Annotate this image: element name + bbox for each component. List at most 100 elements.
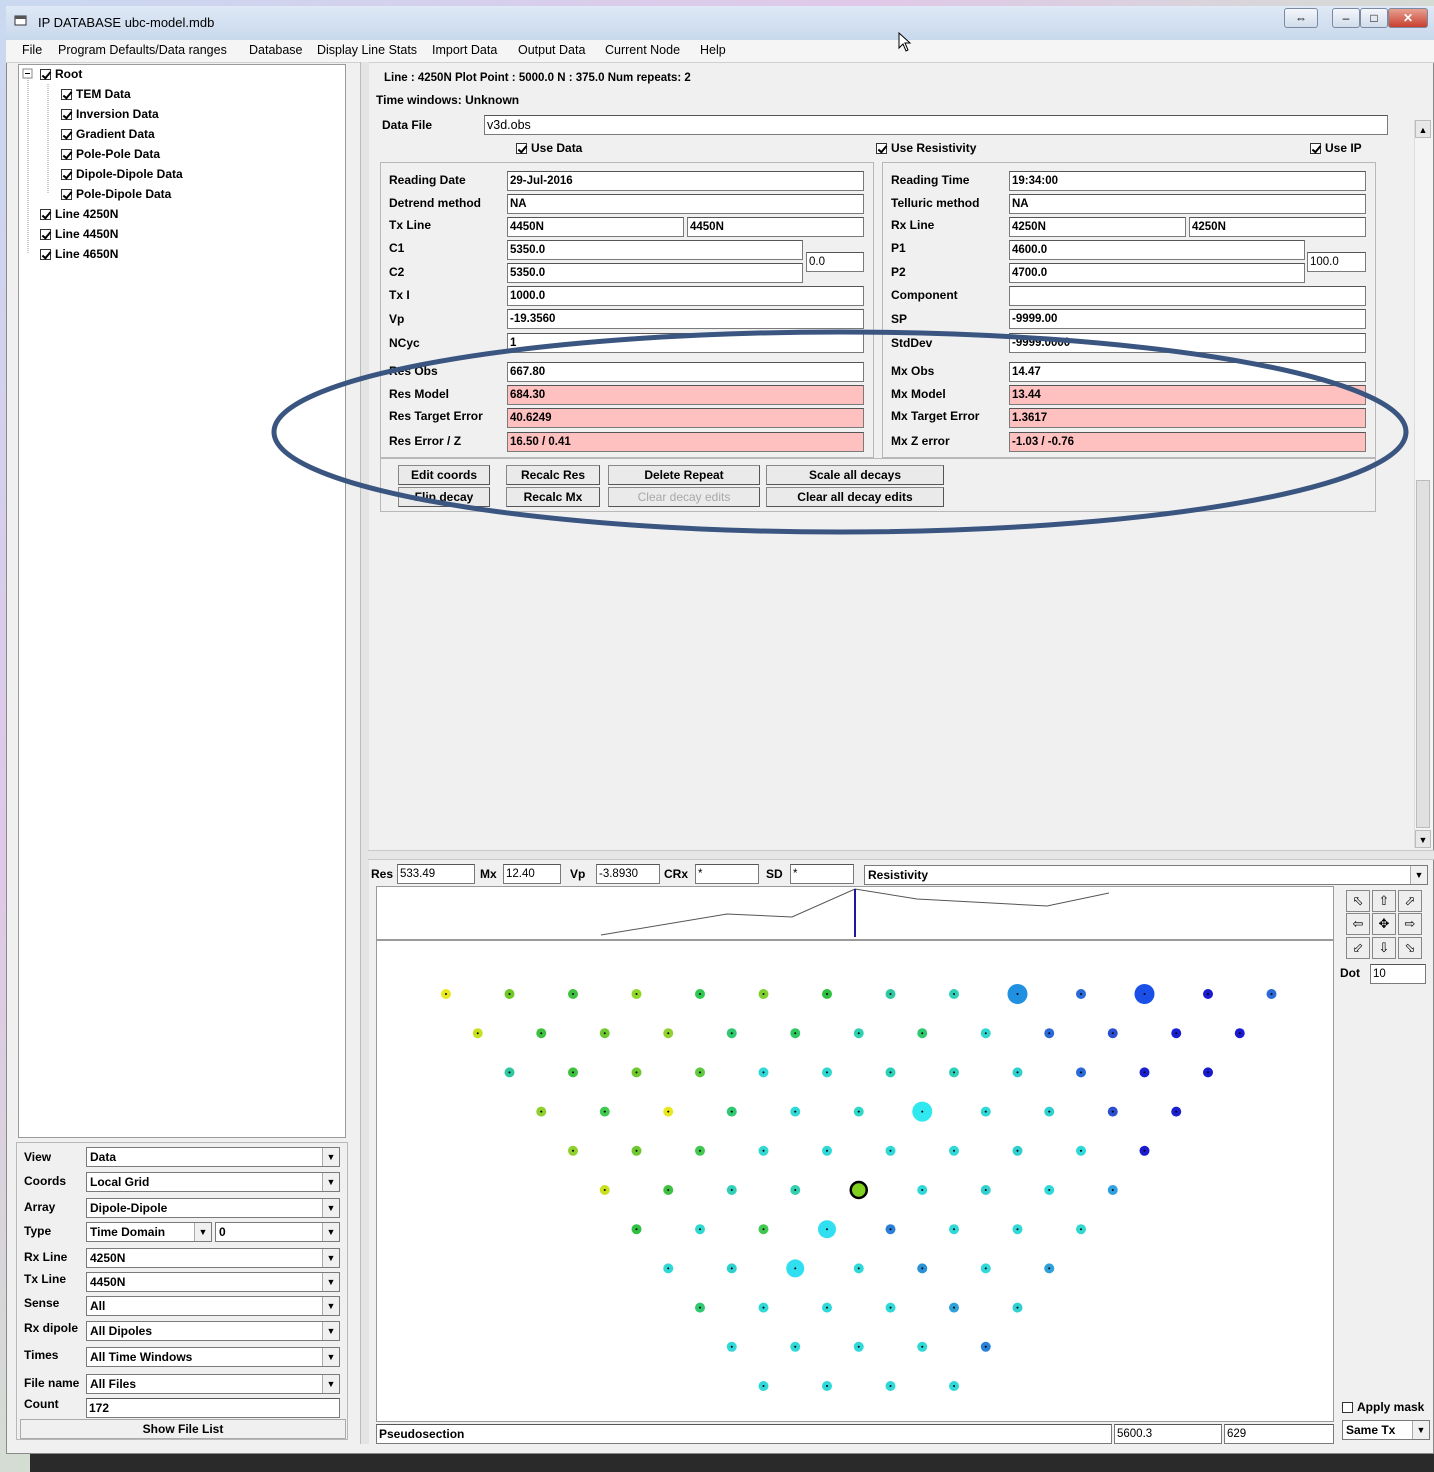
scale-all-decays-button[interactable]: Scale all decays [766, 465, 944, 485]
c1-field[interactable]: 5350.0 [507, 240, 803, 260]
res-obs-field[interactable]: 667.80 [507, 362, 864, 382]
maximize-button[interactable]: □ [1360, 8, 1388, 28]
same-tx-select[interactable]: Same Tx ▼ [1342, 1420, 1430, 1440]
menu-display-line-stats[interactable]: Display Line Stats [317, 43, 417, 57]
c2-field[interactable]: 5350.0 [507, 263, 803, 283]
checkbox-icon[interactable] [61, 169, 72, 180]
checkbox-icon[interactable] [1342, 1402, 1353, 1413]
recalc-res-button[interactable]: Recalc Res [506, 465, 600, 485]
view-select[interactable]: Data ▼ [86, 1147, 340, 1167]
tree-item-line-4450n[interactable]: Line 4450N [40, 225, 118, 243]
use-resistivity-checkbox[interactable]: Use Resistivity [876, 141, 976, 155]
menu-import-data[interactable]: Import Data [432, 43, 497, 57]
dropdown-arrow-icon[interactable]: ▼ [322, 1173, 339, 1191]
menu-file[interactable]: File [22, 43, 42, 57]
delete-repeat-button[interactable]: Delete Repeat [608, 465, 760, 485]
tree-item-pole-dipole[interactable]: Pole-Dipole Data [61, 185, 171, 203]
pan-right-icon[interactable]: ⇨ [1398, 913, 1422, 935]
checkbox-icon[interactable] [61, 109, 72, 120]
stddev-field[interactable]: -9999.0000 [1009, 333, 1366, 353]
recalc-mx-button[interactable]: Recalc Mx [506, 487, 600, 507]
dropdown-arrow-icon[interactable]: ▼ [1412, 1421, 1429, 1439]
sp-field[interactable]: -9999.00 [1009, 309, 1366, 329]
checkbox-icon[interactable] [61, 189, 72, 200]
vp-field[interactable]: -19.3560 [507, 309, 864, 329]
data-file-field[interactable]: v3d.obs [484, 115, 1388, 135]
pan-up-left-icon[interactable]: ⬁ [1346, 890, 1370, 912]
array-select[interactable]: Dipole-Dipole ▼ [86, 1198, 340, 1218]
p-separation-field[interactable]: 100.0 [1307, 252, 1366, 272]
clear-all-decay-edits-button[interactable]: Clear all decay edits [766, 487, 944, 507]
pan-center-icon[interactable]: ✥ [1372, 913, 1396, 935]
pan-up-icon[interactable]: ⇧ [1372, 890, 1396, 912]
tree-item-gradient[interactable]: Gradient Data [61, 125, 155, 143]
p1-field[interactable]: 4600.0 [1009, 240, 1305, 260]
tree-item-line-4650n[interactable]: Line 4650N [40, 245, 118, 263]
use-ip-checkbox[interactable]: Use IP [1310, 141, 1362, 155]
restore-arrows-icon[interactable]: ⇔ [1284, 8, 1318, 28]
menu-database[interactable]: Database [249, 43, 303, 57]
checkbox-icon[interactable] [1310, 143, 1321, 154]
pan-down-left-icon[interactable]: ⬃ [1346, 937, 1370, 959]
res-error-field[interactable]: 16.50 / 0.41 [507, 432, 864, 452]
telluric-field[interactable]: NA [1009, 194, 1366, 214]
stat-crx-field[interactable]: * [695, 864, 759, 884]
use-data-checkbox[interactable]: Use Data [516, 141, 582, 155]
checkbox-icon[interactable] [61, 89, 72, 100]
minimize-button[interactable]: – [1332, 8, 1360, 28]
selected-point-marker[interactable] [849, 1180, 868, 1200]
dropdown-arrow-icon[interactable]: ▼ [322, 1223, 339, 1241]
edit-coords-button[interactable]: Edit coords [398, 465, 490, 485]
dropdown-arrow-icon[interactable]: ▼ [322, 1348, 339, 1366]
splitter[interactable] [360, 62, 369, 1444]
res-model-field[interactable]: 684.30 [507, 385, 864, 405]
dropdown-arrow-icon[interactable]: ▼ [322, 1322, 339, 1340]
pan-left-icon[interactable]: ⇦ [1346, 913, 1370, 935]
dropdown-arrow-icon[interactable]: ▼ [194, 1223, 211, 1241]
tree-item-pole-pole[interactable]: Pole-Pole Data [61, 145, 160, 163]
pan-down-right-icon[interactable]: ⬂ [1398, 937, 1422, 959]
show-file-list-button[interactable]: Show File List [20, 1419, 346, 1439]
scroll-up-icon[interactable]: ▲ [1415, 120, 1431, 138]
mx-model-field[interactable]: 13.44 [1009, 385, 1366, 405]
stat-vp-field[interactable]: -3.8930 [596, 864, 660, 884]
mx-target-error-field[interactable]: 1.3617 [1009, 408, 1366, 428]
p2-field[interactable]: 4700.0 [1009, 263, 1305, 283]
reading-time-field[interactable]: 19:34:00 [1009, 171, 1366, 191]
checkbox-icon[interactable] [40, 229, 51, 240]
c-separation-field[interactable]: 0.0 [806, 252, 864, 272]
scroll-thumb[interactable] [1416, 480, 1430, 828]
scroll-down-icon[interactable]: ▼ [1415, 830, 1431, 848]
stat-sd-field[interactable]: * [790, 864, 854, 884]
menu-help[interactable]: Help [700, 43, 726, 57]
apply-mask-checkbox[interactable]: Apply mask [1342, 1400, 1424, 1414]
tree-item-tem[interactable]: TEM Data [61, 85, 131, 103]
checkbox-icon[interactable] [40, 69, 51, 80]
tree-item-line-4250n[interactable]: Line 4250N [40, 205, 118, 223]
type-extra-select[interactable]: 0 ▼ [215, 1222, 340, 1242]
flip-decay-button[interactable]: Flip decay [398, 487, 490, 507]
rx-line-select[interactable]: 4250N ▼ [86, 1248, 340, 1268]
dropdown-arrow-icon[interactable]: ▼ [1410, 866, 1427, 884]
rx-line-field-1[interactable]: 4250N [1009, 217, 1186, 237]
dropdown-arrow-icon[interactable]: ▼ [322, 1273, 339, 1291]
stat-mx-field[interactable]: 12.40 [503, 864, 561, 884]
close-button[interactable]: ✕ [1388, 8, 1428, 28]
tree-root[interactable]: Root [40, 65, 82, 83]
tree-item-inversion[interactable]: Inversion Data [61, 105, 159, 123]
horizontal-splitter[interactable] [368, 850, 1434, 860]
coords-select[interactable]: Local Grid ▼ [86, 1172, 340, 1192]
checkbox-icon[interactable] [876, 143, 887, 154]
ncyc-field[interactable]: 1 [507, 333, 864, 353]
checkbox-icon[interactable] [61, 129, 72, 140]
dropdown-arrow-icon[interactable]: ▼ [322, 1297, 339, 1315]
rx-line-field-2[interactable]: 4250N [1189, 217, 1366, 237]
menu-current-node[interactable]: Current Node [605, 43, 680, 57]
reading-date-field[interactable]: 29-Jul-2016 [507, 171, 864, 191]
mx-obs-field[interactable]: 14.47 [1009, 362, 1366, 382]
type-select[interactable]: Time Domain ▼ [86, 1222, 212, 1242]
checkbox-icon[interactable] [40, 209, 51, 220]
tx-i-field[interactable]: 1000.0 [507, 286, 864, 306]
count-field[interactable]: 172 [86, 1398, 340, 1418]
sense-select[interactable]: All ▼ [86, 1296, 340, 1316]
